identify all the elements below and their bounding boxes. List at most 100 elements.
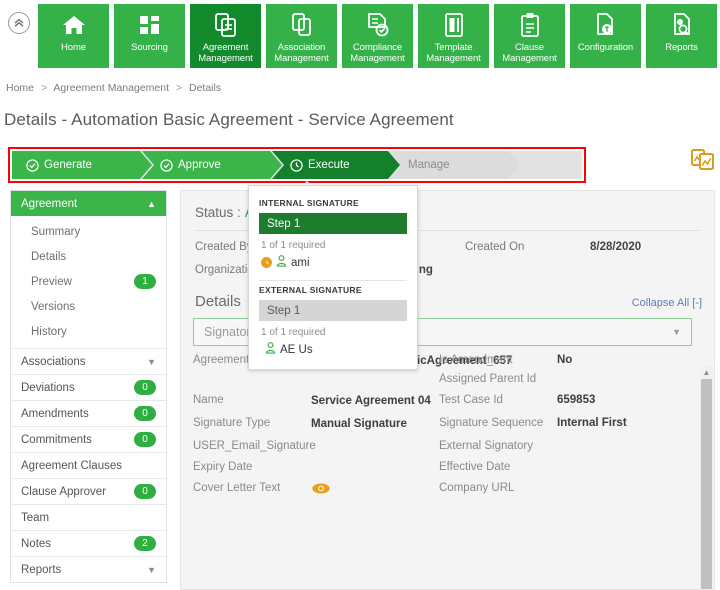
field-key: Signature Sequence [439,417,557,429]
sidebar-badge: 2 [134,536,156,551]
nav-tile-label: Clause Management [494,42,565,64]
nav-tile-template-management[interactable]: Template Management [418,4,489,68]
template-icon [443,10,465,40]
sidebar-subitem-label: History [31,326,67,338]
cover-letter-eye-icon[interactable] [311,482,439,499]
sidebar-item-clause-approver[interactable]: Clause Approver 0 [11,478,166,504]
sidebar-item-label: Associations [21,356,86,368]
sidebar-item-agreement-clauses[interactable]: Agreement Clauses [11,452,166,478]
sidebar-subitem-summary[interactable]: Summary [11,219,166,244]
chevron-up-icon: ▲ [147,199,156,209]
field-key: Cover Letter Text [193,482,311,494]
sidebar-subitem-history[interactable]: History [11,319,166,344]
clipboard-icon [519,10,541,40]
sidebar-item-associations[interactable]: Associations ▼ [11,348,166,374]
scrollbar-thumb[interactable] [701,379,712,589]
nav-tile-compliance-management[interactable]: Compliance Management [342,4,413,68]
nav-tile-sourcing[interactable]: Sourcing [114,4,185,68]
field-key: Name [193,394,311,406]
nav-tile-agreement-management[interactable]: Agreement Management [190,4,261,68]
breadcrumb-item-home[interactable]: Home [6,82,34,94]
process-step-label: Manage [408,159,450,171]
field-key: External Signatory [439,440,557,452]
breadcrumb-item-agreement-management[interactable]: Agreement Management [53,82,169,94]
internal-signature-person-name: ami [291,257,310,269]
sidebar-subitem-details[interactable]: Details [11,244,166,269]
nav-tile-list: Home Sourcing [38,0,717,68]
home-icon [61,10,87,40]
scroll-up-arrow-icon[interactable]: ▲ [700,366,713,378]
sidebar-item-team[interactable]: Team [11,504,166,530]
sidebar-item-reports[interactable]: Reports ▼ [11,556,166,582]
process-step-manage[interactable]: Manage [390,151,520,179]
internal-signature-required: 1 of 1 required [261,240,407,251]
field-key: USER_Email_Signature [193,440,311,452]
sidebar-item-label: Agreement Clauses [21,460,122,472]
document-chart-icon[interactable] [690,146,716,177]
chevron-down-icon: ▼ [147,565,156,575]
breadcrumb-item-details[interactable]: Details [189,82,221,94]
process-step-generate[interactable]: Generate [12,151,152,179]
collapse-nav-button[interactable] [0,0,38,74]
field-row: Name Service Agreement 04 Test Case Id 6… [193,394,692,408]
sidebar-subitem-label: Versions [31,301,75,313]
nav-tile-label: Reports [665,42,698,53]
sidebar-subitem-preview[interactable]: Preview 1 [11,269,166,294]
nav-tile-label: Home [61,42,86,53]
doc-check-icon [366,10,390,40]
external-signature-required: 1 of 1 required [261,327,407,338]
details-title: Details [195,293,241,310]
sidebar-item-deviations[interactable]: Deviations 0 [11,374,166,400]
signature-popup: INTERNAL SIGNATURE Step 1 1 of 1 require… [248,185,418,370]
field-value: Service Agreement 04 [311,394,439,408]
field-row: Expiry Date Effective Date [193,461,692,473]
process-step-approve[interactable]: Approve [142,151,282,179]
external-signature-step[interactable]: Step 1 [259,300,407,321]
field-key: Assigned Parent Id [439,373,557,385]
double-chevron-up-icon [8,12,30,34]
nav-tile-clause-management[interactable]: Clause Management [494,4,565,68]
nav-tile-label: Template Management [418,42,489,64]
field-key: Expiry Date [193,461,311,473]
nav-tile-label: Sourcing [131,42,168,53]
sidebar-subitem-label: Preview [31,276,72,288]
status-label: Status : [195,205,241,220]
check-circle-icon [160,159,173,172]
person-icon [265,342,276,357]
sidebar-item-label: Amendments [21,408,89,420]
meta-key: Created On [465,241,590,253]
field-key: Company URL [439,482,557,494]
process-step-label: Generate [44,159,92,171]
sidebar: Agreement ▲ Summary Details Preview 1 Ve… [10,190,167,583]
sidebar-item-notes[interactable]: Notes 2 [11,530,166,556]
sidebar-item-amendments[interactable]: Amendments 0 [11,400,166,426]
sidebar-subitem-list: Summary Details Preview 1 Versions Histo… [11,216,166,348]
clock-pending-icon [261,257,272,268]
nav-tile-label: Agreement Management [190,42,261,64]
field-key: Test Case Id [439,394,557,406]
collapse-all-link[interactable]: Collapse All [-] [632,297,702,309]
nav-tile-label: Association Management [266,42,337,64]
nav-tile-home[interactable]: Home [38,4,109,68]
field-key: Is Amendment [439,354,557,366]
external-signature-person: AE Us [265,342,407,357]
process-step-execute[interactable]: Execute [272,151,400,179]
process-step-label: Approve [178,159,221,171]
field-value: No [557,354,572,366]
vertical-scrollbar[interactable]: ▲ [700,366,713,590]
internal-signature-person: ami [261,255,407,270]
field-row: USER_Email_Signature External Signatory [193,440,692,452]
nav-tile-reports[interactable]: Reports [646,4,717,68]
person-icon [276,255,287,270]
grid-tiles-icon [138,10,162,40]
sidebar-item-commitments[interactable]: Commitments 0 [11,426,166,452]
sidebar-subitem-versions[interactable]: Versions [11,294,166,319]
nav-tile-association-management[interactable]: Association Management [266,4,337,68]
internal-signature-step[interactable]: Step 1 [259,213,407,234]
sidebar-header-agreement[interactable]: Agreement ▲ [11,191,166,216]
doc-search-icon [670,10,694,40]
agreement-docs-icon [214,10,238,40]
field-key: Effective Date [439,461,557,473]
nav-tile-configuration[interactable]: Configuration [570,4,641,68]
sidebar-badge: 0 [134,432,156,447]
